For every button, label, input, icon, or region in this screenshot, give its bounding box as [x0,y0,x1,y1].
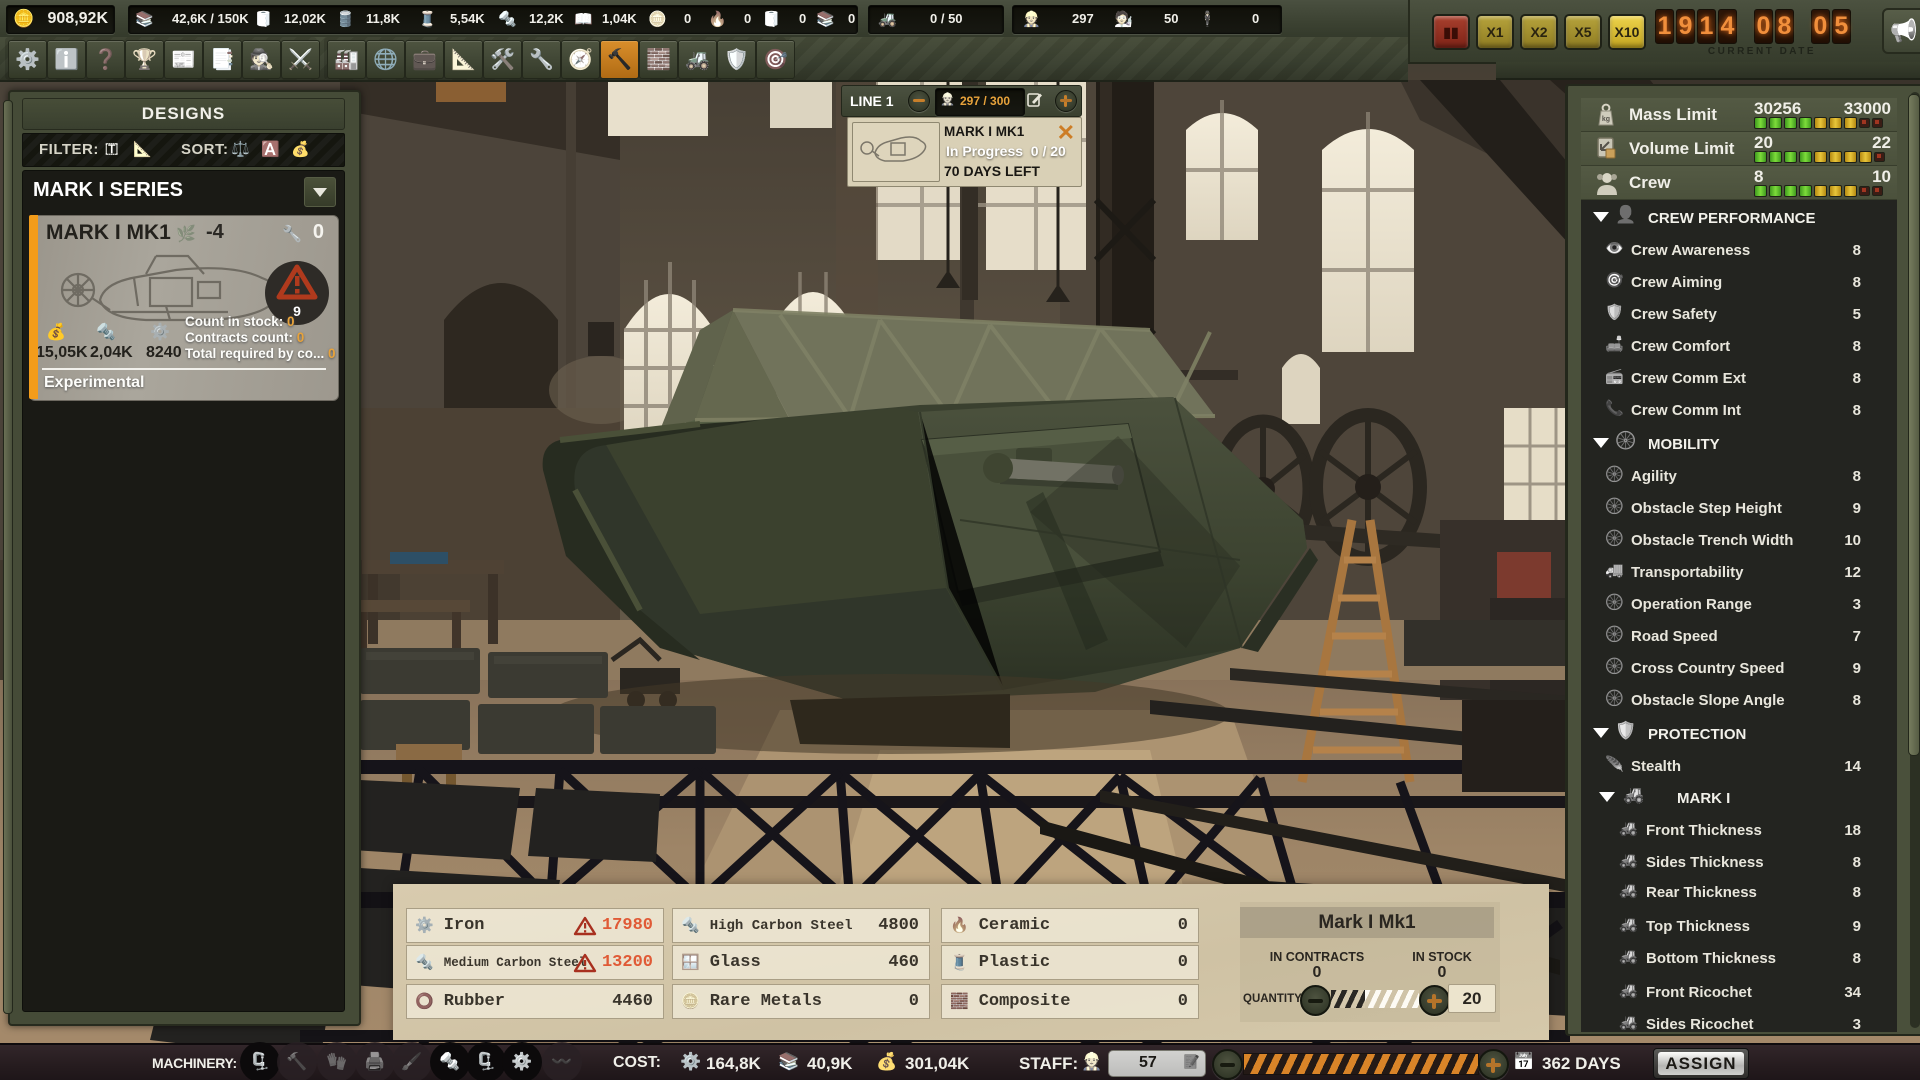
svg-text:kg: kg [1602,116,1610,123]
